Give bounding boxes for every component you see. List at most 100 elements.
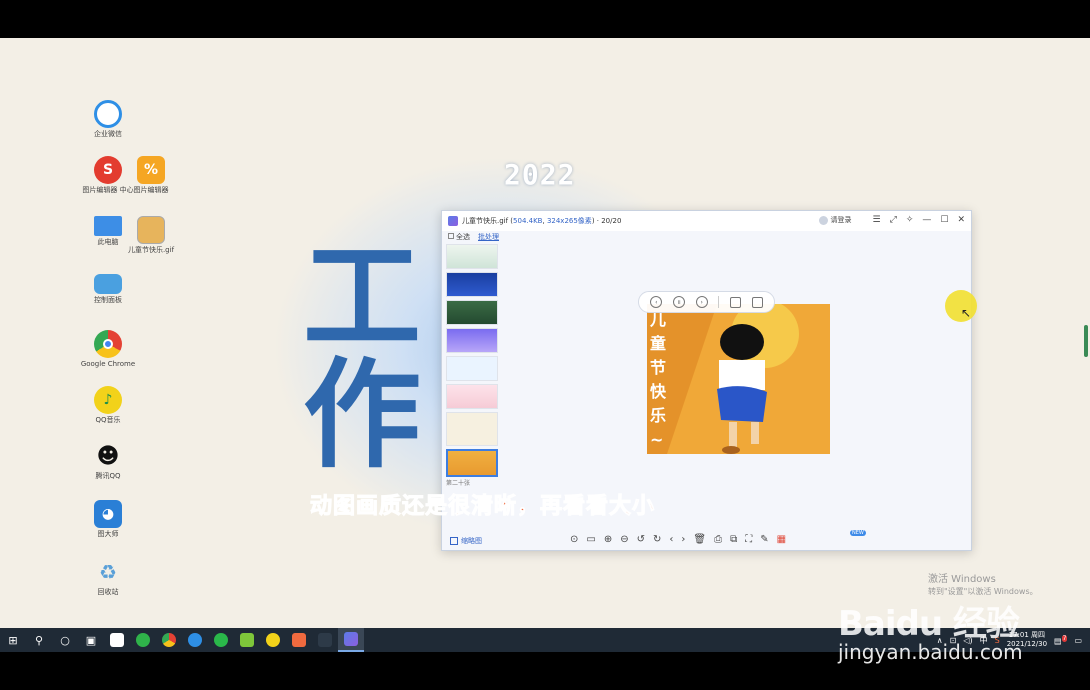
desktop-icon-qqmusic[interactable]: ♪ QQ音乐	[78, 386, 138, 425]
desktop-icon-label: 腾讯QQ	[95, 472, 121, 480]
prev-frame-icon[interactable]: ‹	[650, 296, 663, 308]
viewer-title-bar: 儿童节快乐.gif (504.4KB, 324x265像素) · 20/20 请…	[442, 211, 971, 231]
viewer-bottom-toolbar: 缩略图 ⊙ ▭ ⊕ ⊖ ↺ ↻ ‹ › 🗑 ⎙ ⧉ ⛶ ✎ ▦ NEW	[442, 530, 971, 550]
task-view-button[interactable]: ▣	[78, 628, 104, 652]
screen: 2022 工 作 企业微信 S 图片编辑器 中心 % 图片编辑器 此电脑 儿童节…	[0, 0, 1090, 690]
taskbar-chrome[interactable]	[156, 628, 182, 652]
notification-count: 7	[1061, 634, 1068, 642]
batch-process-link[interactable]: 批处理	[478, 232, 499, 242]
image-text-char: 乐	[650, 406, 667, 425]
viewer-logo-icon	[448, 216, 458, 226]
delete-icon[interactable]: 🗑	[693, 534, 706, 545]
original-size-icon[interactable]: ▭	[586, 534, 595, 545]
taskbar-qqmusic[interactable]	[260, 628, 286, 652]
thumbnail[interactable]	[446, 384, 498, 409]
windows-icon: ⊞	[8, 633, 18, 647]
desktop-icon-label: 企业微信	[94, 130, 122, 138]
screenshot-icon[interactable]: ⛶	[745, 534, 752, 545]
maximize-icon[interactable]: ☐	[940, 215, 948, 225]
thumbnail[interactable]	[446, 272, 498, 297]
thumbnail-toggle[interactable]: 缩略图	[450, 536, 482, 546]
wallpaper-year: 2022	[504, 158, 576, 191]
taskbar-wecom[interactable]	[182, 628, 208, 652]
toolbar-divider	[718, 296, 720, 308]
desktop-icon-qq[interactable]: ☻ 腾讯QQ	[78, 442, 138, 481]
rotate-left-icon[interactable]: ↺	[637, 534, 645, 545]
mouse-mode-icon[interactable]: ⊙	[570, 534, 578, 545]
taskbar-app-1[interactable]	[104, 628, 130, 652]
viewer-dimensions[interactable]: 324x265像素	[547, 216, 592, 226]
search-button[interactable]: ⚲	[26, 628, 52, 652]
app-orange-icon: %	[137, 156, 165, 184]
save-frame-icon[interactable]	[729, 296, 741, 308]
menu-icon[interactable]: ☰	[873, 215, 881, 225]
thumbnail[interactable]	[446, 244, 498, 269]
thumbnail-selected[interactable]	[446, 449, 498, 477]
pin-icon[interactable]: ✧	[906, 215, 914, 225]
desktop-icon-label: Google Chrome	[80, 360, 136, 368]
next-frame-icon[interactable]: ›	[695, 296, 708, 308]
viewer-filesize[interactable]: 504.4KB	[513, 217, 542, 225]
pause-icon[interactable]: ॥	[672, 296, 685, 308]
thumbnail[interactable]	[446, 328, 498, 353]
qq-icon: ☻	[96, 443, 120, 469]
doraemon-icon: ◕	[94, 500, 122, 528]
fullscreen-icon[interactable]: ⤢	[890, 215, 897, 225]
desktop-icon-label: 儿童节快乐.gif	[127, 246, 175, 254]
cortana-button[interactable]: ○	[52, 628, 78, 652]
app-red-icon: S	[94, 156, 122, 184]
avatar-icon	[818, 215, 828, 225]
desktop-icon-orange-app[interactable]: % 图片编辑器	[121, 156, 181, 195]
desktop-icon-chrome[interactable]: Google Chrome	[78, 330, 138, 369]
mouse-cursor-icon: ↖	[961, 306, 972, 320]
activation-line-1: 激活 Windows	[928, 574, 996, 585]
taskbar-image-viewer[interactable]	[338, 628, 364, 652]
desktop-icon-recycle-bin[interactable]: ♻ 回收站	[78, 558, 138, 597]
desktop-icon-gif-file[interactable]: 儿童节快乐.gif	[121, 216, 181, 255]
start-button[interactable]: ⊞	[0, 628, 26, 652]
image-text-char: 童	[650, 334, 667, 353]
chrome-icon	[94, 330, 122, 358]
desktop-icon-control-panel[interactable]: 控制面板	[78, 274, 138, 305]
save-all-frames-icon[interactable]	[751, 296, 763, 308]
computer-icon	[94, 216, 122, 236]
taskbar-app-orange[interactable]	[286, 628, 312, 652]
desktop-icon-doraemon[interactable]: ◕ 图大师	[78, 500, 138, 539]
more-apps-icon[interactable]: ▦	[777, 534, 786, 545]
thumbnail-toggle-label: 缩略图	[461, 537, 482, 545]
edit-icon[interactable]: ✎	[760, 534, 768, 545]
minimize-icon[interactable]: —	[922, 215, 931, 225]
notification-center-icon[interactable]: ▤7	[1054, 634, 1068, 645]
select-all-checkbox[interactable]: 全选	[448, 232, 470, 242]
thumbnail[interactable]	[446, 300, 498, 325]
viewer-window-controls: 请登录 ☰ ⤢ ✧ — ☐ ✕	[818, 215, 965, 225]
copy-icon[interactable]: ⧉	[730, 534, 737, 545]
rotate-right-icon[interactable]: ↻	[653, 534, 661, 545]
side-scroll-indicator	[1084, 325, 1088, 357]
zoom-in-icon[interactable]: ⊕	[604, 534, 612, 545]
desktop-icon-label: 图大师	[97, 530, 119, 538]
taskbar-app-dark[interactable]	[312, 628, 338, 652]
qqmusic-icon	[266, 633, 280, 647]
viewer-filename: 儿童节快乐.gif	[462, 217, 509, 225]
gif-file-icon	[137, 216, 165, 244]
gif-preview-image: 儿 童 节 快 乐 ~	[647, 304, 830, 454]
desktop-icon-wecom[interactable]: 企业微信	[78, 100, 138, 139]
thumbnail-caption: 第二十张	[446, 480, 471, 487]
image-text-char: ~	[650, 430, 664, 449]
close-icon[interactable]: ✕	[957, 215, 965, 225]
taskbar-wechat[interactable]	[208, 628, 234, 652]
login-button[interactable]: 请登录	[818, 215, 852, 225]
next-image-icon[interactable]: ›	[681, 534, 685, 545]
print-icon[interactable]: ⎙	[714, 534, 722, 545]
taskbar-app-2[interactable]	[130, 628, 156, 652]
show-desktop-icon[interactable]: ▭	[1074, 636, 1082, 645]
zoom-out-icon[interactable]: ⊖	[620, 534, 628, 545]
previous-image-icon[interactable]: ‹	[669, 534, 673, 545]
chrome-icon	[162, 633, 176, 647]
viewer-index: 20/20	[601, 217, 622, 225]
thumbnail[interactable]	[446, 356, 498, 381]
taskbar-app-green[interactable]	[234, 628, 260, 652]
baidu-jingyan-watermark: Baidu 经验	[838, 604, 1020, 644]
thumbnail[interactable]	[446, 412, 498, 446]
